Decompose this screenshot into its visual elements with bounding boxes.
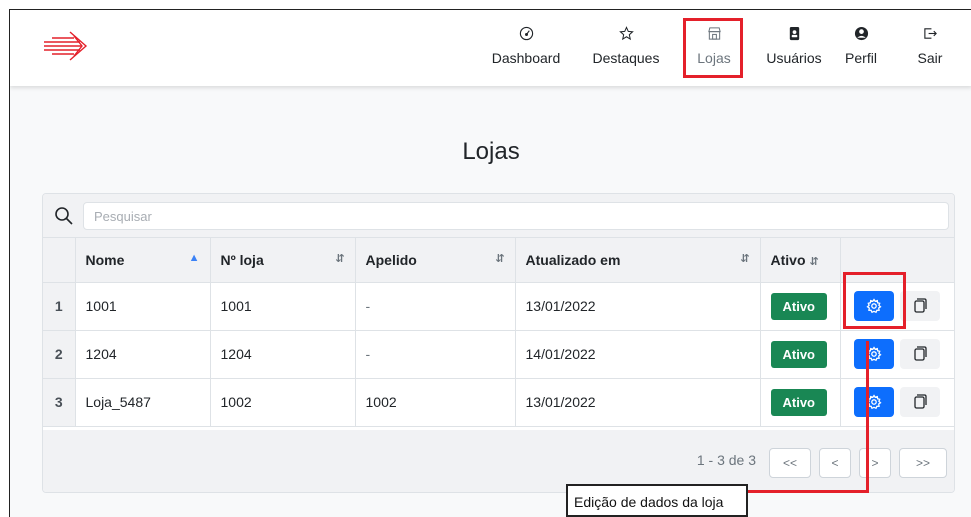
cell-nome: Loja_5487 (75, 378, 211, 427)
prev-page-button[interactable]: < (819, 448, 851, 478)
cell-ativo: Ativo (760, 330, 841, 379)
table-header-row: Nome ▲︎ Nº loja ⇵ Apelido ⇵ Atualizado em ⇵ … (43, 238, 954, 283)
cell-ativo: Ativo (760, 378, 841, 427)
table-row: 1 1001 1001 - 13/01/2022 Ativo (43, 282, 954, 331)
sort-icon[interactable]: ⇵ (495, 252, 504, 265)
row-index: 3 (43, 378, 76, 427)
navbar: Dashboard Destaques Lojas Usuários Perfi… (10, 10, 971, 86)
edit-store-button[interactable] (853, 387, 894, 417)
cell-nome: 1001 (75, 282, 211, 331)
cell-atualizado: 13/01/2022 (515, 378, 761, 427)
column-header-label: Nome (85, 251, 125, 268)
nav-label: Perfil (845, 50, 877, 66)
page-title: Lojas (462, 138, 520, 165)
table-row: 2 1204 1204 - 14/01/2022 Ativo (43, 330, 954, 379)
id-badge-icon (754, 26, 834, 48)
sort-icon[interactable]: ⇵ (335, 252, 344, 265)
cell-numero: 1204 (210, 330, 356, 379)
column-header-label: Nº loja (220, 251, 264, 268)
annotation-callout: Edição de dados da loja (566, 484, 748, 517)
search-bar (43, 194, 954, 238)
column-header-atualizado[interactable]: Atualizado em ⇵ (515, 238, 761, 283)
callout-connector-line (866, 341, 869, 493)
sort-icon[interactable]: ⇵ (740, 252, 749, 265)
nav-label: Usuários (766, 50, 822, 66)
app-frame: Dashboard Destaques Lojas Usuários Perfi… (9, 9, 971, 517)
pagination-info: 1 - 3 de 3 (696, 452, 756, 468)
sort-icon[interactable]: ▲︎ (189, 252, 200, 264)
status-badge[interactable]: Ativo (770, 388, 827, 416)
last-page-button[interactable]: >> (899, 448, 947, 478)
search-icon (55, 207, 73, 225)
highlight-edit-button-frame (843, 272, 906, 329)
nav-item-dashboard[interactable]: Dashboard (486, 22, 566, 82)
logout-icon (910, 26, 950, 48)
first-page-button[interactable]: << (769, 448, 811, 478)
stores-table: Nome ▲︎ Nº loja ⇵ Apelido ⇵ Atualizado em ⇵ … (43, 238, 954, 427)
gauge-icon (486, 26, 566, 48)
table-row: 3 Loja_5487 1002 1002 13/01/2022 Ativo (43, 378, 954, 427)
search-input[interactable] (83, 202, 949, 230)
nav-item-destaques[interactable]: Destaques (586, 22, 666, 82)
nav-label: Sair (917, 50, 943, 66)
copy-store-button[interactable] (899, 387, 940, 417)
status-badge[interactable]: Ativo (770, 292, 827, 320)
row-index: 1 (43, 282, 76, 331)
cell-ativo: Ativo (760, 282, 841, 331)
copy-icon (913, 298, 927, 313)
stores-table-card: Nome▲︎ Nº loja⇵ Apelido⇵ Atualizado em⇵ … (42, 193, 955, 493)
column-header-numero[interactable]: Nº loja ⇵ (210, 238, 356, 283)
row-index: 2 (43, 330, 76, 379)
cell-atualizado: 13/01/2022 (515, 282, 761, 331)
column-header-label: Atualizado em (525, 251, 621, 268)
copy-icon (913, 346, 927, 361)
nav-label: Destaques (592, 50, 660, 66)
column-header-nome[interactable]: Nome ▲︎ (75, 238, 211, 283)
cell-numero: 1001 (210, 282, 356, 331)
column-header-ativo[interactable]: Ativo ⇵ (760, 238, 841, 283)
cell-actions (840, 330, 954, 379)
edit-store-button[interactable] (853, 339, 894, 369)
sort-icon[interactable]: ⇵ (809, 256, 818, 268)
pagination-bar: 1 - 3 de 3 << < > >> (43, 430, 954, 492)
copy-store-button[interactable] (899, 339, 940, 369)
cell-nome: 1204 (75, 330, 211, 379)
status-badge[interactable]: Ativo (770, 340, 827, 368)
person-circle-icon (836, 26, 886, 48)
star-icon (586, 26, 666, 48)
cell-apelido: 1002 (355, 378, 516, 427)
index-header (43, 238, 76, 283)
column-header-label: Ativo (770, 251, 806, 268)
nav-item-usuarios[interactable]: Usuários (754, 22, 834, 82)
column-header-label: Apelido (365, 251, 417, 268)
copy-icon (913, 394, 927, 409)
nav-label: Dashboard (491, 50, 561, 66)
next-page-button[interactable]: > (859, 448, 891, 478)
logo-arrow-icon[interactable] (40, 26, 96, 66)
cell-apelido: - (355, 330, 516, 379)
column-header-apelido[interactable]: Apelido ⇵ (355, 238, 516, 283)
nav-item-perfil[interactable]: Perfil (836, 22, 886, 82)
cell-numero: 1002 (210, 378, 356, 427)
cell-actions (840, 378, 954, 427)
cell-apelido: - (355, 282, 516, 331)
nav-item-sair[interactable]: Sair (910, 22, 950, 82)
callout-connector-line (746, 490, 869, 493)
cell-atualizado: 14/01/2022 (515, 330, 761, 379)
highlight-lojas-frame (683, 18, 743, 78)
